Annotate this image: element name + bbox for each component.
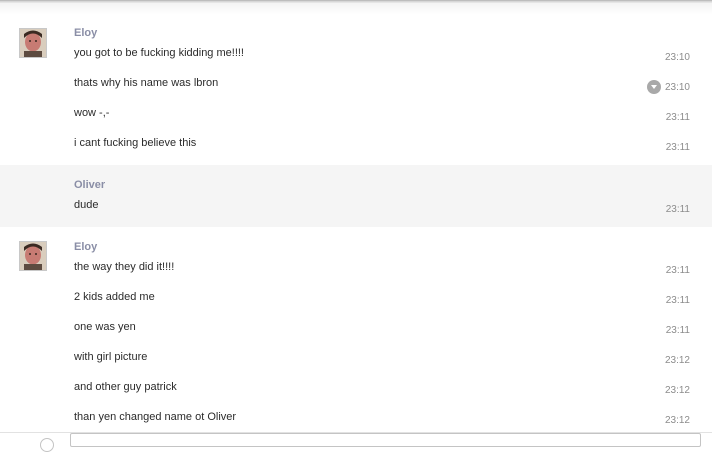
- message-group: Eloy you got to be fucking kidding me!!!…: [0, 15, 712, 165]
- message-timestamp: 23:11: [665, 142, 690, 153]
- message-text: dude: [74, 199, 99, 211]
- window-top-border: [0, 0, 712, 15]
- message-timestamp: 23:10: [664, 82, 690, 93]
- message-text: thats why his name was lbron: [74, 77, 219, 89]
- sender-name[interactable]: Eloy: [74, 241, 97, 253]
- message-input[interactable]: [70, 433, 701, 447]
- message-group: Eloy the way they did it!!!! 23:11 2 kid…: [0, 227, 712, 432]
- message-timestamp: 23:10: [664, 52, 690, 63]
- message-text: wow -,-: [74, 107, 110, 119]
- message-group: Oliver dude 23:11: [0, 165, 712, 227]
- message-timestamp: 23:11: [665, 204, 690, 215]
- user-photo-icon: [20, 29, 46, 57]
- message-text: the way they did it!!!!: [74, 261, 175, 273]
- message-timestamp: 23:11: [665, 265, 690, 276]
- emoji-icon[interactable]: [40, 438, 54, 452]
- message-timestamp: 23:12: [664, 355, 690, 366]
- message-timestamp: 23:11: [665, 325, 690, 336]
- chevron-down-icon[interactable]: [647, 80, 661, 94]
- avatar[interactable]: [19, 28, 47, 58]
- message-timestamp: 23:12: [664, 385, 690, 396]
- message-text: with girl picture: [74, 351, 148, 363]
- sender-name[interactable]: Eloy: [74, 27, 97, 39]
- avatar[interactable]: [19, 241, 47, 271]
- message-timestamp: 23:12: [664, 415, 690, 426]
- message-text: one was yen: [74, 321, 136, 333]
- message-timestamp: 23:11: [665, 112, 690, 123]
- message-text: 2 kids added me: [74, 291, 155, 303]
- message-text: and other guy patrick: [74, 381, 177, 393]
- message-text: you got to be fucking kidding me!!!!: [74, 47, 244, 59]
- message-text: than yen changed name ot Oliver: [74, 411, 237, 423]
- message-timestamp: 23:11: [665, 295, 690, 306]
- user-photo-icon: [20, 242, 46, 270]
- sender-name[interactable]: Oliver: [74, 179, 105, 191]
- message-text: i cant fucking believe this: [74, 137, 197, 149]
